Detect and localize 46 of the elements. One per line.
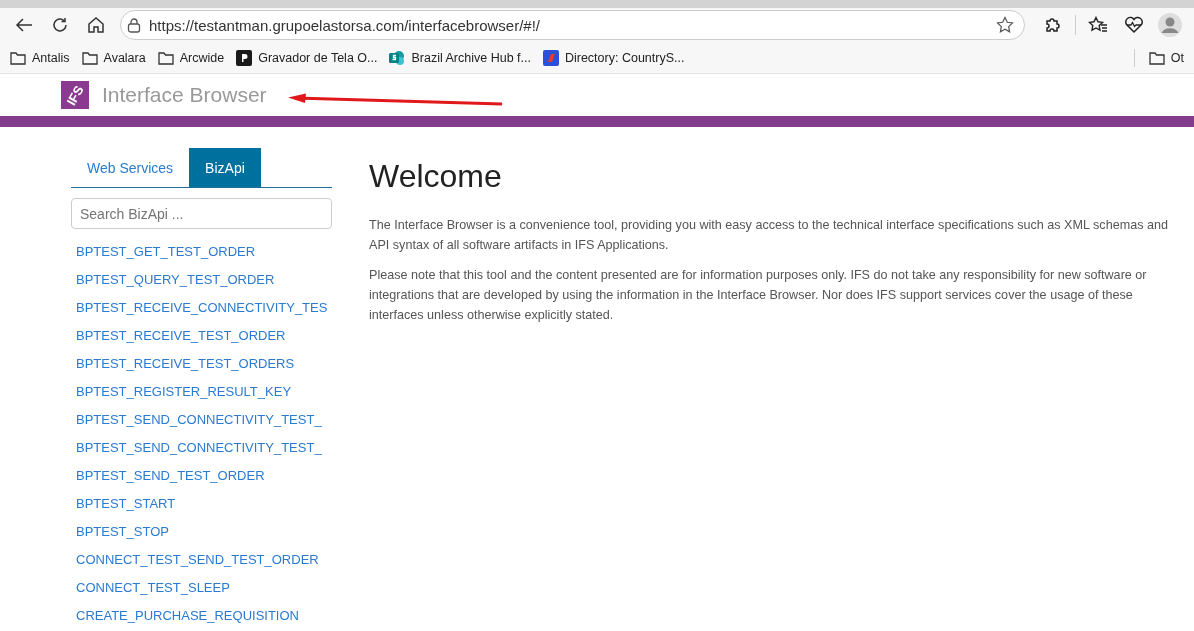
page-heading: Welcome [369, 158, 503, 195]
favorites-icon[interactable] [1088, 16, 1108, 34]
home-icon[interactable] [87, 16, 105, 34]
lock-icon [127, 17, 141, 33]
back-icon[interactable] [15, 17, 33, 33]
star-icon[interactable] [996, 16, 1014, 34]
bookmark[interactable]: Gravador de Tela O... [232, 46, 382, 69]
folder-icon [10, 50, 26, 65]
directory-icon [542, 49, 559, 66]
tab[interactable]: Web Services [71, 148, 190, 187]
profile-avatar[interactable] [1158, 13, 1182, 37]
api-link[interactable]: CREATE_PURCHASE_REQUISITION [71, 602, 332, 630]
api-link[interactable]: BPTEST_GET_TEST_ORDER [71, 238, 332, 266]
logo: IFS [61, 81, 89, 109]
sharepoint-icon [389, 49, 406, 66]
tab[interactable]: BizApi [189, 148, 261, 187]
address-bar[interactable]: https://testantman.grupoelastorsa.com/interfacebrowser/#!/ [120, 10, 1025, 40]
api-link[interactable]: BPTEST_REGISTER_RESULT_KEY [71, 378, 332, 406]
api-link[interactable]: BPTEST_QUERY_TEST_ORDER [71, 266, 332, 294]
paragraph: Please note that this tool and the content presented are for information purposes only. IFS do not take any responsibility for new software or integrations that are developed by using the information in the Interface Browser. Nor does IFS support services cover the usage of these interfaces unless otherwise explicitly stated. [369, 267, 1148, 324]
api-link[interactable]: BPTEST_RECEIVE_TEST_ORDER [71, 322, 332, 350]
search-field[interactable]: Search BizApi ... [71, 198, 332, 229]
api-link[interactable]: CONNECT_TEST_SEND_TEST_ORDER [71, 546, 332, 574]
app-icon [236, 49, 253, 66]
bookmark[interactable]: Avalara [77, 47, 150, 68]
api-link[interactable]: BPTEST_START [71, 490, 332, 518]
bookmark[interactable]: Antalis [6, 47, 74, 68]
api-link[interactable]: BPTEST_RECEIVE_TEST_ORDERS [71, 350, 332, 378]
api-link[interactable]: BPTEST_STOP [71, 518, 332, 546]
bookmark[interactable]: Brazil Archive Hub f... [385, 46, 535, 69]
heart-pulse-icon[interactable] [1124, 16, 1144, 34]
app-title: Interface Browser [102, 83, 267, 107]
bookmark[interactable]: Arcwide [153, 47, 229, 68]
api-link[interactable]: BPTEST_RECEIVE_CONNECTIVITY_TES [71, 294, 332, 322]
folder-icon [1148, 50, 1165, 65]
api-link[interactable]: BPTEST_SEND_CONNECTIVITY_TEST_ [71, 406, 332, 434]
refresh-icon[interactable] [51, 16, 69, 34]
paragraph: The Interface Browser is a convenience tool, providing you with easy access to the technical interface specifications such as XML schemas and API syntax of all software artifacts in IFS Applications. [369, 217, 1169, 254]
folder-icon [81, 50, 98, 65]
other-favorites-folder[interactable]: Ot [1144, 47, 1188, 68]
puzzle-icon[interactable] [1044, 16, 1062, 34]
api-link[interactable]: CONNECT_TEST_SLEEP [71, 574, 332, 602]
api-link[interactable]: BPTEST_SEND_TEST_ORDER [71, 462, 332, 490]
api-link[interactable]: BPTEST_SEND_CONNECTIVITY_TEST_ [71, 434, 332, 462]
bookmark[interactable]: Directory: CountryS... [538, 46, 689, 69]
folder-icon [157, 50, 174, 65]
